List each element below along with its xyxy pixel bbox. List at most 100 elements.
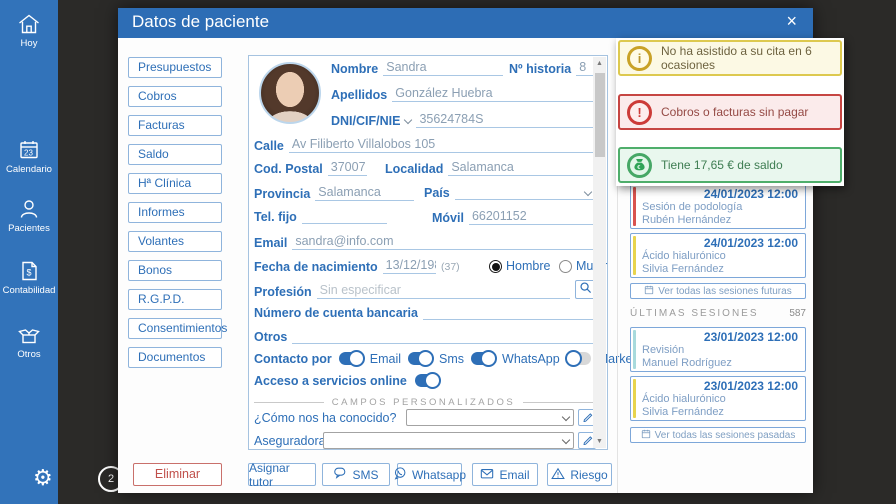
eliminar-button[interactable]: Eliminar: [133, 463, 222, 486]
nombre-label: Nombre: [331, 62, 379, 76]
calendar-mini-icon: [641, 429, 651, 442]
radio-mujer[interactable]: [559, 260, 572, 273]
apellidos-label: Apellidos: [331, 88, 388, 102]
form-scrollbar[interactable]: ▲ ▼: [593, 57, 606, 448]
session-date: 24/01/2023 12:00: [703, 187, 798, 201]
sms-label: SMS: [352, 467, 379, 482]
cuenta-input[interactable]: [422, 305, 593, 320]
ver-sesiones-pasadas-button[interactable]: Ver todas las sesiones pasadas: [630, 427, 806, 443]
otros-input[interactable]: [292, 329, 593, 344]
sidebar-item-otros[interactable]: Otros: [0, 322, 58, 360]
email-button[interactable]: Email: [472, 463, 538, 486]
pencil-icon: [582, 409, 593, 427]
sms-button[interactable]: SMS: [322, 463, 390, 486]
scrollbar-thumb[interactable]: [594, 73, 605, 157]
window-titlebar: Datos de paciente ×: [118, 8, 813, 38]
aseguradora-select[interactable]: [323, 432, 574, 449]
envelope-icon: [480, 467, 494, 483]
toggle-whatsapp[interactable]: [471, 349, 498, 367]
ver-futuras-label: Ver todas las sesiones futuras: [658, 285, 792, 297]
nav-saldo[interactable]: Saldo: [128, 144, 222, 165]
session-date: 23/01/2023 12:00: [703, 379, 798, 393]
app-root: Hoy 23 Calendario Pacientes $ Contabilid…: [0, 0, 896, 504]
svg-text:$: $: [27, 268, 32, 278]
accounting-icon: $: [0, 258, 58, 284]
toggle-marketing[interactable]: [564, 349, 591, 367]
sidebar: Hoy 23 Calendario Pacientes $ Contabilid…: [0, 0, 58, 504]
nav-historia-clinica[interactable]: Hª Clínica: [128, 173, 222, 194]
toggle-sms[interactable]: [408, 349, 435, 367]
calendar-icon: 23: [0, 137, 58, 163]
ultimas-sesiones-header: ÚLTIMAS SESIONES 587: [630, 308, 806, 319]
toast-unpaid-invoices[interactable]: ! Cobros o facturas sin pagar: [618, 94, 842, 130]
toast-balance[interactable]: € Tiene 17,65 € de saldo: [618, 147, 842, 183]
session-card[interactable]: 24/01/2023 12:00 Ácido hialurónico Silvi…: [630, 233, 806, 278]
calle-label: Calle: [254, 139, 284, 153]
sidebar-item-hoy[interactable]: Hoy: [0, 11, 58, 49]
toast-text: No ha asistido a su cita en 6 ocasiones: [661, 44, 812, 72]
patients-icon: [0, 196, 58, 222]
nav-presupuestos[interactable]: Presupuestos: [128, 57, 222, 78]
cp-input[interactable]: 37007: [327, 160, 367, 176]
email-input[interactable]: sandra@info.com: [292, 234, 593, 250]
settings-gear-icon[interactable]: ⚙: [33, 465, 53, 491]
provincia-input[interactable]: Salamanca: [315, 185, 414, 201]
nav-cobros[interactable]: Cobros: [128, 86, 222, 107]
calle-input[interactable]: Av Filiberto Villalobos 105: [288, 137, 593, 153]
session-card[interactable]: 23/01/2023 12:00 Revisión Manuel Rodrígu…: [630, 327, 806, 372]
scroll-down-icon[interactable]: ▼: [593, 435, 606, 448]
localidad-input[interactable]: Salamanca: [448, 160, 593, 176]
historia-label: Nº historia: [509, 62, 572, 76]
sidebar-item-pacientes[interactable]: Pacientes: [0, 196, 58, 234]
home-icon: [0, 11, 58, 37]
nav-facturas[interactable]: Facturas: [128, 115, 222, 136]
nombre-input[interactable]: Sandra: [383, 60, 503, 76]
historia-input[interactable]: 8: [576, 60, 593, 76]
session-service: Revisión: [642, 344, 685, 356]
nav-rgpd[interactable]: R.G.P.D.: [128, 289, 222, 310]
toggle-acceso-online[interactable]: [414, 371, 441, 389]
session-service: Sesión de podología: [642, 201, 743, 213]
session-card[interactable]: 23/01/2023 12:00 Ácido hialurónico Silvi…: [630, 376, 806, 421]
sidebar-item-label: Contabilidad: [2, 285, 56, 296]
past-sessions-count: 587: [789, 308, 806, 319]
apellidos-input[interactable]: González Huebra: [392, 86, 593, 102]
nav-volantes[interactable]: Volantes: [128, 231, 222, 252]
chat-bubble-icon: [333, 466, 347, 483]
scroll-up-icon[interactable]: ▲: [593, 57, 606, 70]
nav-informes[interactable]: Informes: [128, 202, 222, 223]
session-service: Ácido hialurónico: [642, 393, 726, 405]
toast-missed-appointments[interactable]: i No ha asistido a su cita en 6 ocasione…: [618, 40, 842, 76]
patient-photo[interactable]: [259, 62, 321, 124]
telfijo-input[interactable]: [301, 209, 387, 224]
nacimiento-input[interactable]: 13/12/1985: [382, 258, 436, 274]
asignar-tutor-label: Asignar tutor: [249, 460, 290, 489]
riesgo-button[interactable]: Riesgo: [547, 463, 612, 486]
dni-input[interactable]: 35624784S: [416, 112, 593, 128]
conocido-select[interactable]: [406, 409, 574, 426]
pais-select[interactable]: [454, 185, 593, 200]
toggle-email[interactable]: [338, 349, 365, 367]
sidebar-item-contabilidad[interactable]: $ Contabilidad: [0, 258, 58, 296]
toast-text: Cobros o facturas sin pagar: [661, 105, 809, 119]
info-icon: i: [627, 45, 652, 71]
close-icon[interactable]: ×: [786, 11, 797, 32]
session-card[interactable]: 24/01/2023 12:00 Sesión de podología Rub…: [630, 184, 806, 229]
radio-hombre[interactable]: [489, 260, 502, 273]
sidebar-item-calendario[interactable]: 23 Calendario: [0, 137, 58, 175]
chevron-down-icon[interactable]: [583, 187, 593, 197]
ver-sesiones-futuras-button[interactable]: Ver todas las sesiones futuras: [630, 283, 806, 299]
nav-consentimientos[interactable]: Consentimientos: [128, 318, 227, 339]
nav-bonos[interactable]: Bonos: [128, 260, 222, 281]
others-icon: [0, 322, 58, 348]
profesion-input[interactable]: Sin especificar: [316, 283, 570, 299]
calendar-mini-icon: [644, 285, 654, 298]
profesion-label: Profesión: [254, 285, 312, 299]
nav-documentos[interactable]: Documentos: [128, 347, 222, 368]
session-date: 23/01/2023 12:00: [703, 330, 798, 344]
pais-label: País: [424, 186, 450, 200]
asignar-tutor-button[interactable]: Asignar tutor: [248, 460, 316, 489]
movil-input[interactable]: 66201152: [468, 209, 593, 225]
chevron-down-icon[interactable]: [404, 115, 413, 125]
whatsapp-button[interactable]: Whatsapp: [394, 463, 466, 486]
